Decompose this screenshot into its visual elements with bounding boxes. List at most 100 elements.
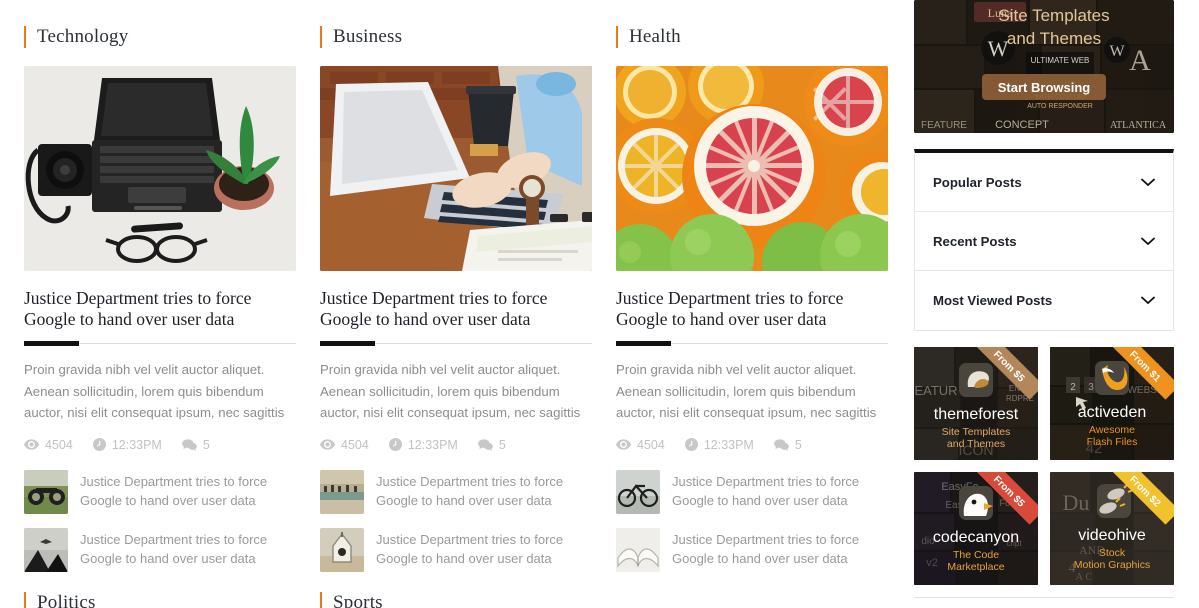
article-title[interactable]: Justice Department tries to force Google…	[320, 288, 590, 330]
article-title[interactable]: Justice Department tries to force Google…	[24, 288, 294, 330]
section-title: Technology	[37, 26, 129, 47]
comment-icon	[477, 438, 493, 451]
related-post-title[interactable]: Justice Department tries to force Google…	[672, 528, 888, 568]
svg-text:CONCEPT: CONCEPT	[995, 119, 1049, 131]
related-post-title[interactable]: Justice Department tries to force Google…	[80, 470, 296, 510]
article-featured-image[interactable]	[320, 66, 592, 271]
related-posts-list: Justice Department tries to force Google…	[24, 469, 296, 572]
comments-count: 5	[498, 437, 506, 452]
eye-icon	[24, 439, 39, 450]
section-header-sports: Sports	[320, 586, 592, 608]
category-column-business: Business Justice Department tries to for…	[296, 0, 592, 608]
article-excerpt: Proin gravida nibh vel velit auctor aliq…	[616, 362, 877, 420]
chevron-down-icon[interactable]	[1141, 178, 1155, 187]
accordion-label: Most Viewed Posts	[933, 293, 1053, 308]
comment-icon	[181, 438, 197, 451]
list-item[interactable]: Justice Department tries to force Google…	[24, 527, 296, 572]
section-accent-bar	[320, 26, 322, 48]
accordion-item-recent-posts[interactable]: Recent Posts	[915, 212, 1173, 271]
section-title: Sports	[333, 591, 383, 608]
accordion-item-most-viewed-posts[interactable]: Most Viewed Posts	[915, 271, 1173, 330]
svg-text:A C: A C	[1075, 571, 1092, 583]
ad-tile-activeden[interactable]: ML WEBSITE 2 3 42 activeden Awesome Flas…	[1050, 347, 1174, 460]
time-meta: 12:33PM	[684, 437, 754, 452]
comment-icon	[773, 438, 789, 451]
comments-meta: 5	[477, 437, 506, 452]
svg-text:Awesome: Awesome	[1089, 424, 1135, 436]
related-post-thumbnail[interactable]	[320, 527, 364, 572]
chevron-down-icon[interactable]	[1141, 296, 1155, 305]
svg-text:Site Templates: Site Templates	[942, 426, 1011, 438]
title-divider	[24, 341, 296, 346]
ad-tile-themeforest[interactable]: EATUR ENCE RDPRE ICON themeforest Site T…	[914, 347, 1038, 460]
clock-icon	[92, 438, 106, 451]
related-post-title[interactable]: Justice Department tries to force Google…	[376, 470, 592, 510]
svg-text:Flash Files: Flash Files	[1087, 436, 1138, 448]
section-title: Politics	[37, 591, 96, 608]
comments-count: 5	[202, 437, 210, 452]
svg-text:Motion Graphics: Motion Graphics	[1074, 559, 1150, 571]
related-post-title[interactable]: Justice Department tries to force Google…	[672, 470, 888, 510]
section-accent-bar	[24, 591, 26, 608]
ad-tile-videohive[interactable]: Du IF 4 AND A C videohive Stock	[1050, 472, 1174, 585]
svg-text:codecanyon: codecanyon	[933, 529, 1019, 546]
related-post-thumbnail[interactable]	[24, 527, 68, 572]
comments-meta: 5	[181, 437, 210, 452]
svg-text:Site Templates: Site Templates	[998, 6, 1109, 25]
accordion-label: Popular Posts	[933, 174, 1022, 190]
svg-text:3: 3	[1088, 382, 1094, 393]
related-post-thumbnail[interactable]	[320, 469, 364, 514]
section-accent-bar	[24, 26, 26, 48]
svg-text:ATLANTICA: ATLANTICA	[1110, 120, 1167, 131]
eye-icon	[616, 439, 631, 450]
marketplace-ads-grid: EATUR ENCE RDPRE ICON themeforest Site T…	[914, 347, 1176, 585]
views-meta: 4504	[320, 438, 369, 452]
article-excerpt: Proin gravida nibh vel velit auctor aliq…	[24, 362, 285, 420]
views-count: 4504	[341, 437, 369, 452]
category-columns: Technology Justice Department tries to f…	[0, 0, 900, 608]
svg-text:ULTIMATE WEB: ULTIMATE WEB	[1031, 56, 1090, 65]
article-meta: 4504 12:33PM 5	[616, 438, 888, 452]
chevron-down-icon[interactable]	[1141, 237, 1155, 246]
accordion-item-popular-posts[interactable]: Popular Posts	[915, 153, 1173, 212]
time-meta: 12:33PM	[92, 438, 162, 452]
views-meta: 4504	[616, 438, 665, 452]
views-count: 4504	[637, 437, 665, 452]
article-excerpt: Proin gravida nibh vel velit auctor aliq…	[320, 362, 581, 420]
related-post-title[interactable]: Justice Department tries to force Google…	[80, 528, 296, 568]
list-item[interactable]: Justice Department tries to force Google…	[320, 469, 592, 514]
svg-text:videohive: videohive	[1078, 527, 1146, 544]
category-column-technology: Technology Justice Department tries to f…	[0, 0, 296, 608]
related-post-thumbnail[interactable]	[616, 469, 660, 514]
section-accent-bar	[320, 591, 322, 608]
svg-text:FEATURE: FEATURE	[921, 120, 967, 131]
article-title[interactable]: Justice Department tries to force Google…	[616, 288, 886, 330]
svg-text:v2: v2	[926, 557, 938, 569]
section-header-health: Health	[616, 20, 888, 54]
article-featured-image[interactable]	[24, 66, 296, 271]
comments-meta: 5	[773, 438, 802, 452]
article-featured-image[interactable]	[616, 66, 888, 271]
list-item[interactable]: Justice Department tries to force Google…	[320, 527, 592, 572]
svg-text:EATUR: EATUR	[914, 383, 957, 398]
related-post-title[interactable]: Justice Department tries to force Google…	[376, 528, 592, 568]
related-posts-list: Justice Department tries to force Google…	[616, 469, 888, 572]
related-post-thumbnail[interactable]	[616, 527, 660, 572]
posts-accordion-widget: Popular Posts Recent Posts Most Viewed P…	[914, 149, 1174, 331]
section-header-technology: Technology	[24, 20, 296, 54]
related-post-thumbnail[interactable]	[24, 469, 68, 514]
svg-text:A: A	[1129, 44, 1151, 77]
banner-ad-site-templates[interactable]: W W ULTIMATE WEB WITH CUSTOM AUTO RESPON…	[914, 0, 1174, 133]
main-content: Technology Justice Department tries to f…	[0, 0, 900, 608]
list-item[interactable]: Justice Department tries to force Google…	[616, 469, 888, 514]
time-value: 12:33PM	[703, 437, 754, 452]
ad-tile-codecanyon[interactable]: EasyFo Eas Form cript dio v2 codecanyon …	[914, 472, 1038, 585]
list-item[interactable]: Justice Department tries to force Google…	[24, 469, 296, 514]
section-header-politics: Politics	[24, 586, 296, 608]
clock-icon	[684, 438, 698, 451]
svg-text:W: W	[988, 36, 1009, 61]
svg-text:and Themes: and Themes	[1007, 29, 1101, 48]
time-meta: 12:33PM	[388, 438, 458, 452]
svg-text:and Themes: and Themes	[947, 438, 1005, 450]
list-item[interactable]: Justice Department tries to force Google…	[616, 527, 888, 572]
